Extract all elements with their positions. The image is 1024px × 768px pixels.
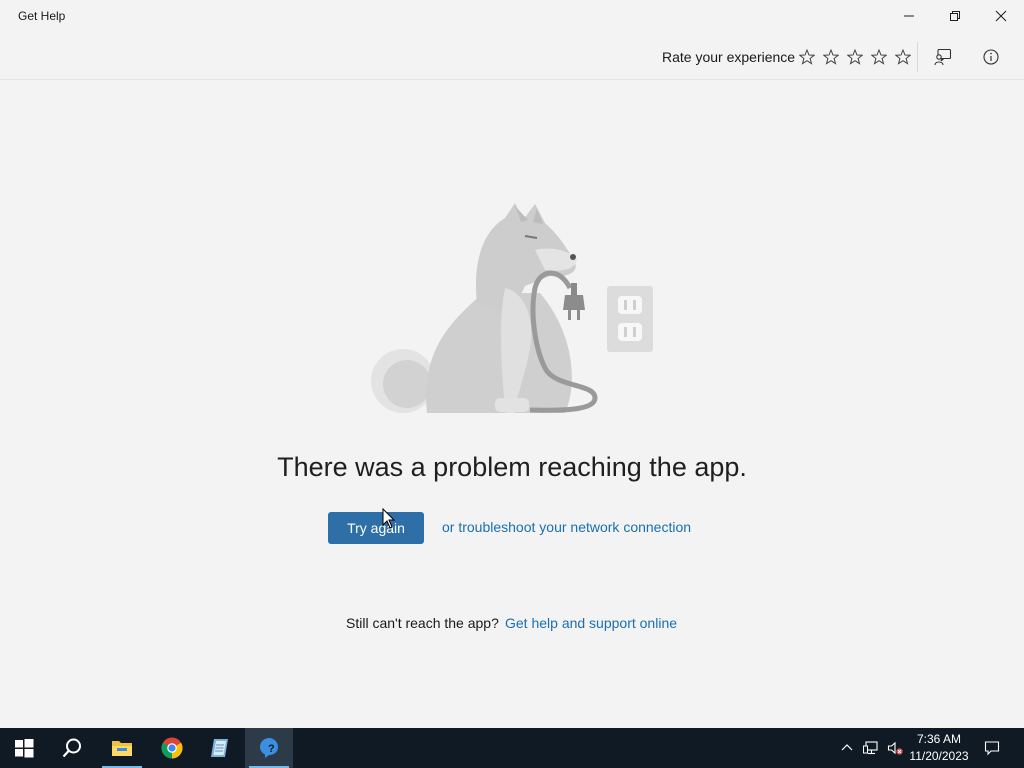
file-explorer-icon bbox=[112, 741, 132, 756]
network-tray-button[interactable] bbox=[861, 738, 881, 758]
clock-date: 11/20/2023 bbox=[909, 749, 969, 763]
chrome-icon bbox=[161, 737, 183, 759]
search-icon bbox=[62, 738, 81, 758]
star-4[interactable] bbox=[867, 46, 891, 68]
close-icon bbox=[995, 10, 1007, 22]
star-3[interactable] bbox=[843, 46, 867, 68]
taskbar: ? 7:36 AM 11/20/2023 bbox=[0, 728, 1024, 768]
minimize-icon bbox=[904, 15, 914, 17]
show-hidden-icons-button[interactable] bbox=[837, 738, 857, 758]
main-content: There was a problem reaching the app. Tr… bbox=[0, 81, 1024, 728]
chevron-up-icon bbox=[841, 744, 853, 751]
app-title: Get Help bbox=[18, 9, 66, 23]
dog-unplugged-illustration bbox=[371, 203, 653, 413]
restore-icon bbox=[950, 11, 960, 21]
error-headline: There was a problem reaching the app. bbox=[277, 452, 747, 482]
star-outline-icon bbox=[895, 49, 911, 65]
notifications-icon bbox=[984, 741, 1000, 756]
taskbar-chrome[interactable] bbox=[148, 728, 196, 768]
star-rating[interactable] bbox=[795, 46, 915, 68]
taskbar-get-help[interactable]: ? bbox=[245, 728, 293, 768]
star-outline-icon bbox=[847, 49, 863, 65]
still-cant-reach-text: Still can't reach the app? bbox=[346, 615, 499, 631]
start-button[interactable] bbox=[0, 728, 48, 768]
command-bar: Rate your experience bbox=[0, 34, 1024, 80]
volume-muted-icon bbox=[887, 741, 903, 755]
command-bar-divider bbox=[917, 42, 918, 72]
clock-time: 7:36 AM bbox=[916, 732, 962, 746]
get-help-support-online-link[interactable]: Get help and support online bbox=[505, 615, 677, 631]
star-1[interactable] bbox=[795, 46, 819, 68]
svg-text:?: ? bbox=[268, 743, 275, 755]
mouse-cursor-icon bbox=[382, 508, 396, 529]
star-outline-icon bbox=[799, 49, 815, 65]
title-bar: Get Help bbox=[0, 0, 1024, 34]
star-outline-icon bbox=[823, 49, 839, 65]
windows-start-icon bbox=[15, 739, 34, 758]
taskbar-search-button[interactable] bbox=[48, 728, 96, 768]
close-button[interactable] bbox=[978, 0, 1024, 32]
star-outline-icon bbox=[871, 49, 887, 65]
notepad-app-icon bbox=[211, 739, 228, 757]
taskbar-file-explorer[interactable] bbox=[98, 728, 146, 768]
info-button[interactable] bbox=[978, 44, 1004, 70]
taskbar-clock[interactable]: 7:36 AM 11/20/2023 bbox=[904, 731, 974, 765]
minimize-button[interactable] bbox=[886, 0, 932, 32]
rate-experience-label: Rate your experience bbox=[662, 49, 796, 65]
feedback-icon bbox=[934, 48, 952, 66]
star-5[interactable] bbox=[891, 46, 915, 68]
action-center-button[interactable] bbox=[982, 738, 1002, 758]
troubleshoot-network-link[interactable]: or troubleshoot your network connection bbox=[442, 519, 691, 535]
get-help-icon: ? bbox=[260, 738, 278, 758]
taskbar-notepad-app[interactable] bbox=[196, 728, 244, 768]
network-icon bbox=[863, 741, 878, 755]
restore-button[interactable] bbox=[932, 0, 978, 32]
info-icon bbox=[983, 49, 999, 65]
volume-tray-button[interactable] bbox=[885, 738, 905, 758]
star-2[interactable] bbox=[819, 46, 843, 68]
try-again-button[interactable]: Try again bbox=[328, 512, 424, 544]
feedback-button[interactable] bbox=[930, 44, 956, 70]
